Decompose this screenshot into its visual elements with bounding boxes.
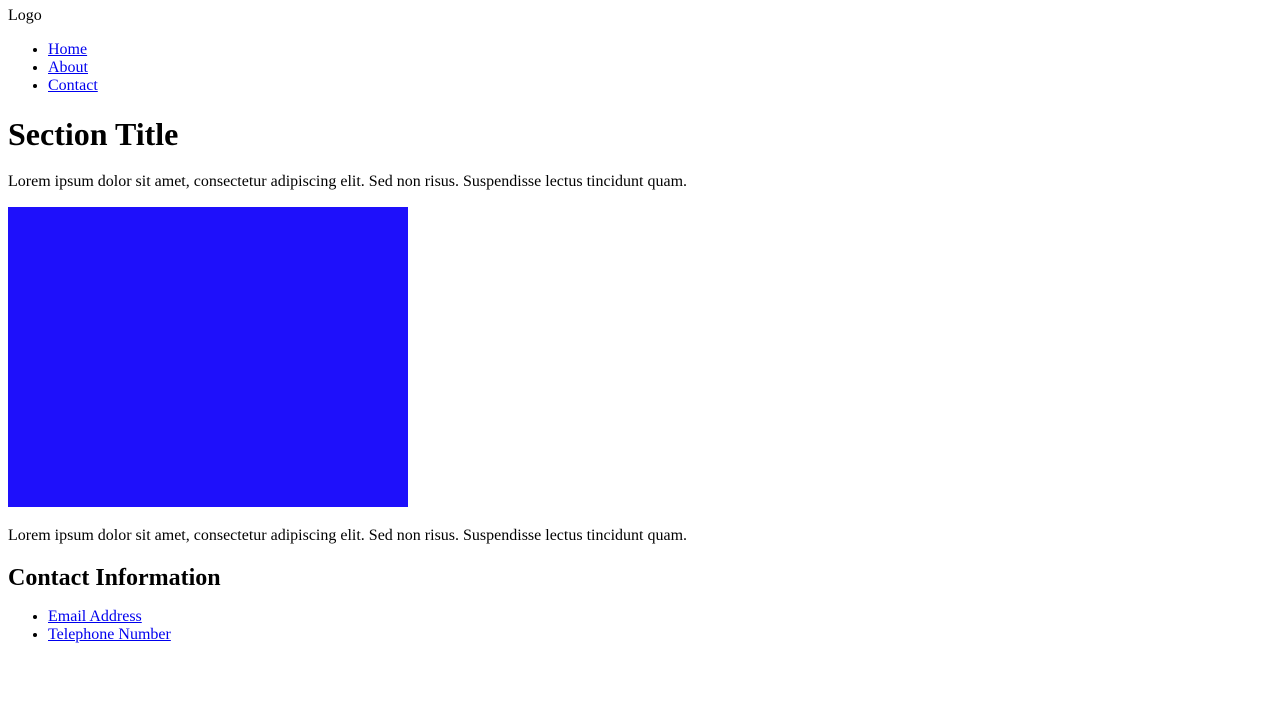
logo: Logo [8,7,42,24]
contact-item-email: Email Address [48,608,1272,626]
email-link[interactable]: Email Address [48,608,142,625]
section-title: Section Title [8,116,179,152]
paragraph-secondary: Lorem ipsum dolor sit amet, consectetur … [8,527,688,544]
nav-item-about: About [48,59,1272,77]
nav-link-home[interactable]: Home [48,41,87,58]
image-placeholder [8,207,408,507]
site-header: Logo Home About Contact [8,0,1272,95]
telephone-link[interactable]: Telephone Number [48,626,171,643]
contact-title: Contact Information [8,565,221,591]
nav-link-about[interactable]: About [48,59,88,76]
main-content: Section Title Lorem ipsum dolor sit amet… [8,116,1272,545]
nav-item-home: Home [48,41,1272,59]
main-nav: Home About Contact [8,41,1272,95]
site-footer: Contact Information Email Address Teleph… [8,564,1272,644]
nav-link-contact[interactable]: Contact [48,77,98,94]
contact-list: Email Address Telephone Number [8,608,1272,644]
nav-item-contact: Contact [48,77,1272,95]
nav-list: Home About Contact [8,41,1272,95]
paragraph-intro: Lorem ipsum dolor sit amet, consectetur … [8,173,688,190]
contact-item-phone: Telephone Number [48,626,1272,644]
